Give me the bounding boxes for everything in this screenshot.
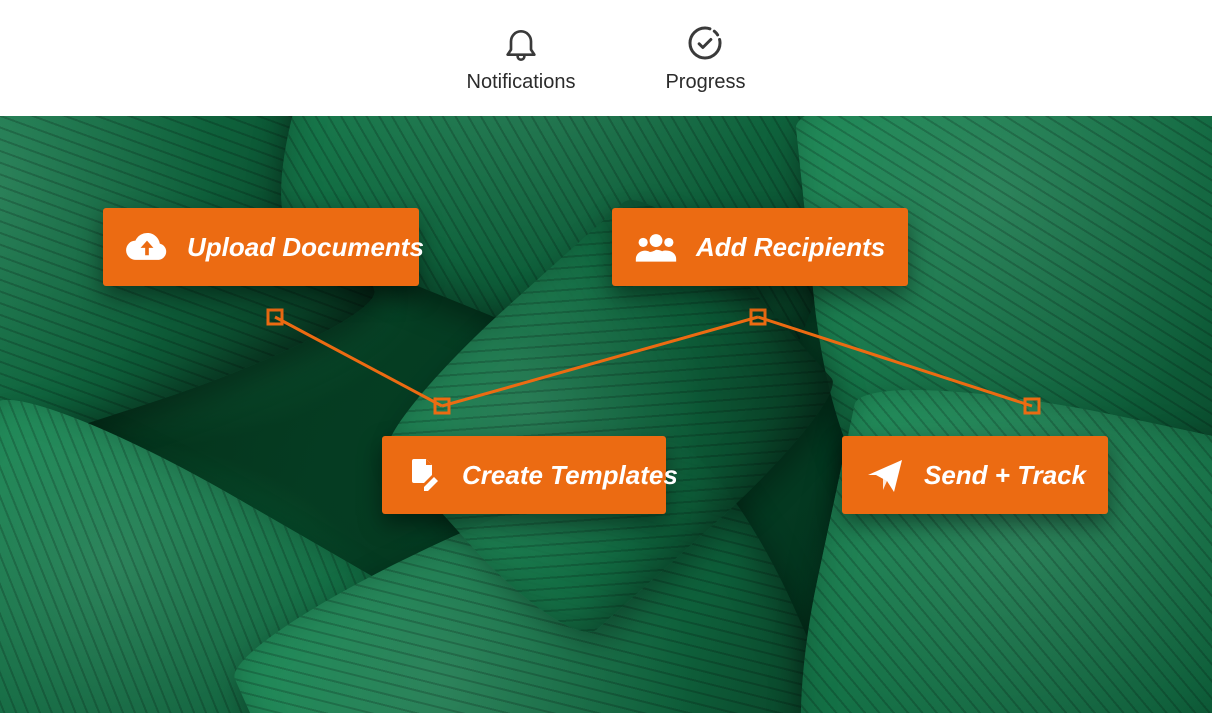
hero: Upload Documents Create Templates Add Re…: [0, 116, 1212, 713]
file-pen-icon: [404, 455, 444, 495]
progress-icon: [685, 23, 725, 63]
step-label: Add Recipients: [696, 232, 885, 263]
step-upload-documents[interactable]: Upload Documents: [103, 208, 419, 286]
topbar-item-label: Notifications: [467, 71, 576, 94]
topbar-item-progress[interactable]: Progress: [665, 23, 745, 94]
cloud-upload-icon: [125, 230, 169, 264]
paper-plane-icon: [864, 454, 906, 496]
step-send-track[interactable]: Send + Track: [842, 436, 1108, 514]
bell-icon: [501, 23, 541, 63]
step-label: Create Templates: [462, 460, 678, 491]
users-icon: [634, 230, 678, 264]
step-label: Send + Track: [924, 460, 1086, 491]
step-label: Upload Documents: [187, 232, 424, 263]
step-add-recipients[interactable]: Add Recipients: [612, 208, 908, 286]
topbar-item-notifications[interactable]: Notifications: [467, 23, 576, 94]
topbar-item-label: Progress: [665, 71, 745, 94]
topbar: Notifications Progress: [0, 0, 1212, 116]
step-create-templates[interactable]: Create Templates: [382, 436, 666, 514]
